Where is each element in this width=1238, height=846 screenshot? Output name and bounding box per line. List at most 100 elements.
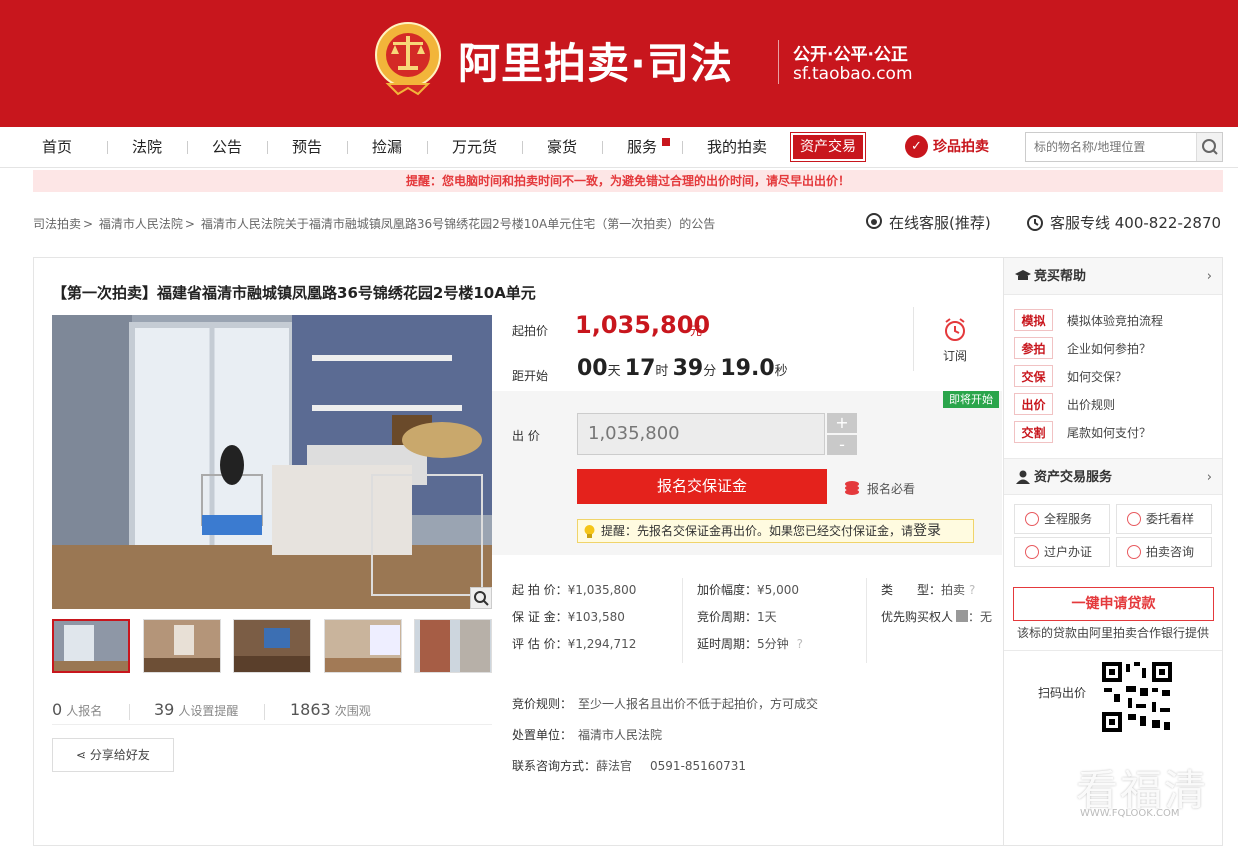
service-label: 全程服务	[1044, 512, 1093, 526]
room-photo-image	[52, 315, 492, 609]
customer-service-icon	[866, 213, 882, 229]
detail-divider	[866, 578, 867, 663]
loan-note: 该标的贷款由阿里拍卖合作银行提供	[1017, 626, 1210, 640]
photo-thumbnail[interactable]	[414, 619, 492, 673]
share-button[interactable]: ⋖ 分享给好友	[52, 738, 174, 772]
help-tag: 参拍	[1014, 337, 1053, 359]
service-consult[interactable]: 拍卖咨询	[1116, 537, 1212, 567]
nav-divider	[682, 141, 683, 154]
detail-key: 处置单位：	[512, 728, 573, 742]
loan-apply-button[interactable]: 一键申请贷款	[1013, 587, 1214, 621]
lightbulb-icon	[584, 525, 595, 538]
service-label: 委托看样	[1146, 512, 1195, 526]
increase-bid-button[interactable]: +	[827, 413, 857, 433]
detail-value: ¥103,580	[567, 610, 625, 624]
search-button[interactable]	[1196, 133, 1222, 161]
help-section-header[interactable]: 竞买帮助 ›	[1004, 258, 1222, 295]
detail-key: 类 型：	[881, 583, 942, 597]
signup-count: 0 人报名	[52, 700, 102, 719]
nav-10k-goods[interactable]: 万元货	[452, 127, 497, 167]
signup-guide-link[interactable]: 报名必看	[843, 480, 915, 497]
nav-courts[interactable]: 法院	[132, 127, 162, 167]
subscribe-button[interactable]: 订阅	[935, 316, 975, 364]
help-icon[interactable]: ?	[797, 637, 803, 651]
user-icon	[1016, 470, 1030, 484]
nav-asset-trade[interactable]: 资产交易	[790, 132, 866, 162]
asset-section-header[interactable]: 资产交易服务 ›	[1004, 458, 1222, 495]
detail-increment: 加价幅度：¥5,000	[697, 581, 799, 598]
photo-thumbnail[interactable]	[324, 619, 402, 673]
detail-delay: 延时周期：5分钟?	[697, 635, 803, 652]
nav-home[interactable]: 首页	[42, 127, 72, 167]
zoom-button[interactable]	[470, 587, 492, 609]
clock-icon	[1027, 215, 1043, 231]
detail-divider	[682, 578, 683, 663]
item-main-photo[interactable]	[52, 315, 492, 609]
search-icon	[1202, 139, 1218, 155]
photo-thumbnail[interactable]	[143, 619, 221, 673]
photo-thumbnail[interactable]	[233, 619, 311, 673]
help-item[interactable]: 参拍 企业如何参拍？	[1014, 337, 1151, 359]
detail-value: 至少一人报名且出价不低于起拍价，方可成交	[578, 697, 819, 711]
nav-previews[interactable]: 预告	[292, 127, 322, 167]
chevron-right-icon: ›	[1206, 269, 1212, 284]
thumbnail-image	[144, 620, 220, 672]
nav-luxury[interactable]: 豪货	[547, 127, 577, 167]
countdown-days: 00	[577, 356, 608, 381]
service-full[interactable]: 全程服务	[1014, 504, 1110, 534]
help-icon[interactable]: ?	[969, 583, 975, 597]
deposit-tip-text: 提醒：先报名交保证金再出价。如果您已经交付保证金，请	[601, 524, 914, 538]
brand-divider	[778, 40, 779, 84]
nav-treasure-auction[interactable]: ✓ 珍品拍卖	[905, 135, 989, 159]
breadcrumb-item[interactable]: 司法拍卖	[33, 217, 81, 231]
watermark-url: WWW.FQLOOK.COM	[1080, 808, 1180, 819]
online-service-link[interactable]: 在线客服(推荐)	[863, 212, 991, 233]
countdown-seconds: 19.0	[720, 356, 775, 381]
signup-count-value: 0	[52, 700, 63, 719]
nav-services[interactable]: 服务	[627, 127, 657, 167]
countdown-hours-unit: 时	[655, 364, 669, 379]
help-item[interactable]: 交割 尾款如何支付？	[1014, 421, 1151, 443]
detail-value: ¥1,035,800	[567, 583, 637, 597]
detail-key: 优先购买权人	[881, 610, 954, 624]
help-item[interactable]: 交保 如何交保？	[1014, 365, 1127, 387]
qr-code-icon[interactable]	[1100, 660, 1174, 734]
thumbnail-image	[234, 620, 310, 672]
service-transfer[interactable]: 过户办证	[1014, 537, 1110, 567]
bid-input[interactable]: 1,035,800	[577, 413, 825, 455]
signup-deposit-button[interactable]: 报名交保证金	[577, 469, 827, 504]
nav-bargains[interactable]: 捡漏	[372, 127, 402, 167]
breadcrumb-item[interactable]: 福清市人民法院	[99, 217, 183, 231]
stat-divider	[129, 704, 130, 720]
decrease-bid-button[interactable]: -	[827, 435, 857, 455]
breadcrumb-separator: >	[184, 217, 195, 231]
detail-value: ¥1,294,712	[567, 637, 637, 651]
countdown-hours: 17	[624, 356, 656, 381]
magnifier-icon	[474, 591, 489, 606]
search-input[interactable]	[1026, 133, 1196, 161]
photo-thumbnail[interactable]	[52, 619, 130, 673]
breadcrumb-current: 福清市人民法院关于福清市融城镇凤凰路36号锦绣花园2号楼10A单元住宅（第一次拍…	[200, 217, 716, 231]
brand-name[interactable]: 阿里拍卖·司法	[458, 30, 733, 91]
nav-divider	[427, 141, 428, 154]
help-tag: 交保	[1014, 365, 1053, 387]
help-tag: 模拟	[1014, 309, 1053, 331]
qr-label: 扫码出价	[1038, 686, 1087, 700]
help-item[interactable]: 模拟 模拟体验竞拍流程	[1014, 309, 1163, 331]
nav-notices[interactable]: 公告	[212, 127, 242, 167]
detail-cycle: 竞价周期：1天	[697, 608, 777, 625]
view-count-label: 次围观	[334, 704, 371, 718]
service-phone-label: 客服专线 400-822-2870	[1050, 214, 1222, 232]
help-item[interactable]: 出价 出价规则	[1014, 393, 1115, 415]
detail-key: 联系咨询方式：	[512, 759, 597, 773]
reminder-count-value: 39	[154, 700, 175, 719]
header-banner: 阿里拍卖·司法 公开·公平·公正 sf.taobao.com	[0, 0, 1238, 127]
service-viewing[interactable]: 委托看样	[1116, 504, 1212, 534]
main-nav: 首页 法院 公告 预告 捡漏 万元货 豪货 服务 我的拍卖 资产交易 ✓ 珍品拍…	[0, 127, 1238, 168]
nav-my-auctions[interactable]: 我的拍卖	[707, 127, 767, 167]
detail-value: 5分钟	[757, 637, 789, 651]
info-icon[interactable]	[956, 610, 969, 622]
detail-key: 评 估 价：	[512, 637, 568, 651]
login-link[interactable]: 登录	[913, 523, 941, 539]
help-text: 企业如何参拍？	[1067, 342, 1152, 356]
